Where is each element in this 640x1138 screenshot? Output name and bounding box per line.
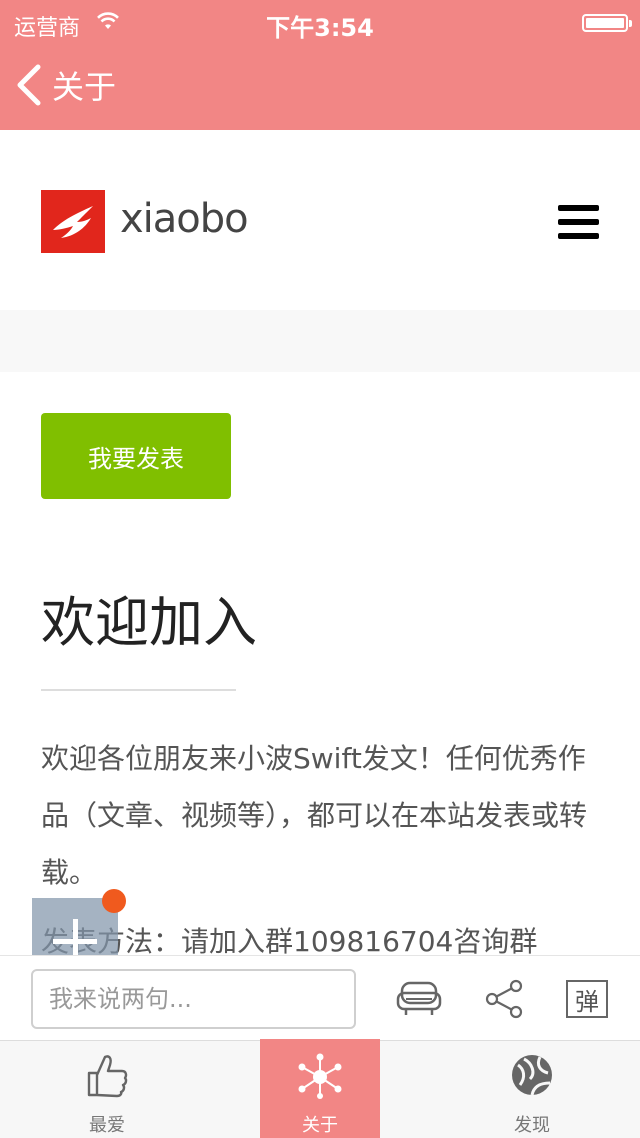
page-heading: 欢迎加入 (41, 591, 257, 654)
intro-paragraph: 欢迎各位朋友来小波Swift发文！任何优秀作品（文章、视频等），都可以在本站发表… (41, 742, 588, 889)
thumbs-up-icon (87, 1055, 128, 1098)
globe-icon (512, 1055, 552, 1096)
danmu-toggle-button[interactable]: 弹 (566, 980, 608, 1018)
method-paragraph: 发表方法：请加入群109816704咨询群 (41, 925, 538, 955)
web-content[interactable]: xiaobo 我要发表 欢迎加入 欢迎各位朋友来小波Swift发文！任何优秀作品… (0, 130, 640, 955)
tab-favorites[interactable]: 最爱 (47, 1039, 167, 1138)
status-bar: 运营商 下午3:54 (0, 0, 640, 44)
site-logo-text[interactable]: xiaobo (120, 196, 249, 242)
notification-badge (102, 889, 126, 913)
chevron-left-icon (17, 64, 41, 106)
sofa-icon[interactable] (396, 979, 442, 1019)
tab-label: 最爱 (89, 1115, 125, 1136)
section-divider-band (0, 310, 640, 372)
back-label: 关于 (52, 68, 117, 106)
comment-bar: 弹 (0, 955, 640, 1040)
navigation-bar: 运营商 下午3:54 关于 (0, 0, 640, 130)
tab-label: 发现 (514, 1115, 550, 1136)
battery-icon (582, 14, 632, 32)
site-header: xiaobo (0, 130, 640, 310)
status-time: 下午3:54 (266, 14, 374, 42)
back-button[interactable]: 关于 (14, 60, 116, 110)
tab-label: 关于 (302, 1115, 338, 1136)
share-icon[interactable] (482, 979, 528, 1019)
comment-input[interactable] (31, 969, 356, 1029)
tab-discover[interactable]: 发现 (472, 1039, 592, 1138)
tab-about[interactable]: 关于 (260, 1039, 380, 1138)
swallow-logo-icon[interactable] (41, 190, 105, 253)
hub-icon (298, 1053, 342, 1099)
tab-bar: 最爱 关于 发现 (0, 1039, 640, 1138)
publish-button[interactable]: 我要发表 (41, 413, 231, 499)
menu-icon[interactable] (558, 205, 599, 241)
heading-divider (41, 689, 236, 691)
